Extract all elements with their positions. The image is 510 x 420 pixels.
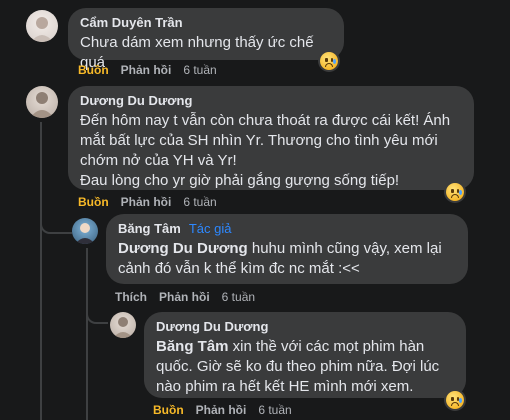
- like-button[interactable]: Thích: [115, 290, 147, 304]
- thread-line-branch-2: [86, 306, 108, 324]
- avatar[interactable]: [26, 86, 58, 118]
- reply-bubble: Băng Tâm Tác giả Dương Du Dương huhu mìn…: [106, 214, 468, 284]
- reply-button[interactable]: Phản hồi: [159, 290, 210, 304]
- reaction-button[interactable]: Buồn: [153, 403, 184, 417]
- comment-text: Đến hôm nay t vẫn còn chưa thoát ra được…: [80, 112, 451, 189]
- avatar[interactable]: [72, 218, 98, 244]
- avatar-image: [30, 92, 54, 118]
- reply-bubble: Dương Du Dương Băng Tâm xin thề với các …: [144, 312, 466, 398]
- reply-author-row: Băng Tâm Tác giả: [118, 221, 456, 237]
- reply-button[interactable]: Phản hồi: [196, 403, 247, 417]
- timestamp[interactable]: 6 tuần: [183, 195, 216, 209]
- comment-author[interactable]: Dương Du Dương: [80, 93, 462, 109]
- comment-actions: Buồn Phản hồi 6 tuần: [78, 195, 229, 209]
- reply-actions: Thích Phản hồi 6 tuần: [115, 290, 267, 304]
- sad-face-icon[interactable]: [320, 52, 338, 70]
- sad-face-icon[interactable]: [446, 183, 464, 201]
- reply-author[interactable]: Băng Tâm: [118, 221, 181, 237]
- comment-bubble: Cẩm Duyên Trần Chưa dám xem nhưng thấy ứ…: [68, 8, 344, 71]
- reaction-button[interactable]: Buồn: [78, 195, 109, 209]
- timestamp[interactable]: 6 tuần: [222, 290, 255, 304]
- thread-line-branch-1: [40, 218, 72, 234]
- avatar-image: [31, 17, 53, 42]
- reply-button[interactable]: Phản hồi: [121, 195, 172, 209]
- thread-line-reply: [86, 248, 88, 420]
- reply-button[interactable]: Phản hồi: [121, 63, 172, 77]
- mention-link[interactable]: Băng Tâm: [156, 338, 229, 355]
- thread-line-main: [40, 122, 42, 420]
- comment-bubble: Dương Du Dương Đến hôm nay t vẫn còn chư…: [68, 86, 474, 190]
- reply-text: Dương Du Dương huhu mình cũng vậy, xem l…: [118, 240, 442, 277]
- avatar[interactable]: [26, 10, 58, 42]
- reaction-button[interactable]: Buồn: [78, 63, 109, 77]
- timestamp[interactable]: 6 tuần: [183, 63, 216, 77]
- mention-link[interactable]: Dương Du Dương: [118, 240, 248, 257]
- avatar-image: [113, 317, 133, 338]
- reply-actions: Buồn Phản hồi 6 tuần: [153, 403, 304, 417]
- timestamp[interactable]: 6 tuần: [258, 403, 291, 417]
- reply-text: Băng Tâm xin thề với các mọt phim hàn qu…: [156, 338, 440, 395]
- avatar-image: [75, 223, 95, 244]
- avatar[interactable]: [110, 312, 136, 338]
- comment-actions: Buồn Phản hồi 6 tuần: [78, 63, 229, 77]
- sad-face-icon[interactable]: [446, 391, 464, 409]
- author-badge: Tác giả: [188, 221, 232, 236]
- reply-author[interactable]: Dương Du Dương: [156, 319, 454, 335]
- comment-author[interactable]: Cẩm Duyên Trần: [80, 15, 332, 31]
